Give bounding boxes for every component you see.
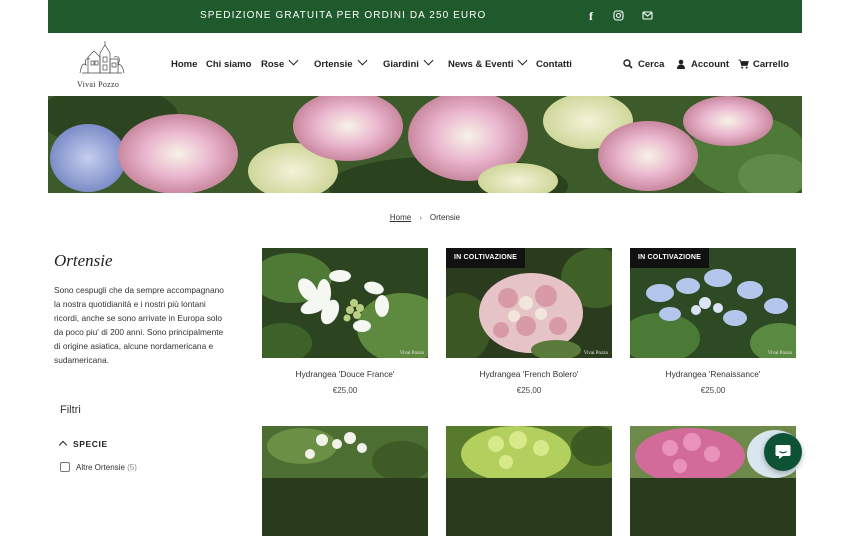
logo-text: Vivai Pozzo bbox=[77, 80, 120, 89]
product-name[interactable]: Hydrangea 'Douce France' bbox=[262, 369, 428, 379]
checkbox[interactable] bbox=[60, 462, 70, 472]
chat-button[interactable] bbox=[764, 433, 802, 471]
villa-logo-icon bbox=[79, 41, 125, 74]
nav-chi-siamo[interactable]: Chi siamo bbox=[206, 59, 251, 70]
product-image[interactable]: IN COLTIVAZIONE Vivai Pozzo bbox=[630, 248, 796, 358]
collection-title: Ortensie bbox=[54, 251, 113, 270]
nav-rose[interactable]: Rose bbox=[261, 55, 299, 70]
filter-group-specie-toggle[interactable]: SPECIE bbox=[58, 439, 108, 450]
status-badge: IN COLTIVAZIONE bbox=[630, 248, 710, 268]
hero-banner-image bbox=[48, 96, 802, 193]
account-button[interactable]: Account bbox=[676, 59, 729, 70]
nav-rose-label: Rose bbox=[261, 59, 285, 70]
search-button[interactable]: Cerca bbox=[623, 59, 664, 70]
hydrangea-photo bbox=[262, 426, 428, 481]
filters-heading: Filtri bbox=[60, 404, 81, 416]
cart-label: Carrello bbox=[753, 59, 789, 70]
breadcrumb-separator: › bbox=[419, 213, 422, 222]
chevron-down-icon bbox=[518, 55, 528, 66]
product-price: €25,00 bbox=[332, 386, 358, 395]
site-header: Vivai Pozzo Home Chi siamo Rose Ortensie… bbox=[48, 33, 802, 96]
filter-option-altre-ortensie[interactable]: Altre Ortensie (5) bbox=[60, 462, 137, 472]
breadcrumb: Home › Ortensie bbox=[48, 213, 802, 222]
product-price: €25,00 bbox=[700, 386, 726, 395]
chat-icon bbox=[775, 445, 791, 459]
chevron-up-icon bbox=[58, 440, 68, 450]
nav-home[interactable]: Home bbox=[171, 59, 197, 70]
breadcrumb-current: Ortensie bbox=[429, 213, 461, 222]
search-icon bbox=[623, 59, 633, 69]
product-image[interactable]: Vivai Pozzo bbox=[262, 248, 428, 358]
user-icon bbox=[677, 59, 685, 69]
chevron-down-icon bbox=[423, 55, 434, 66]
search-label: Cerca bbox=[638, 59, 665, 70]
image-watermark: Vivai Pozzo bbox=[399, 351, 424, 356]
filter-option-count: (5) bbox=[127, 463, 137, 472]
image-watermark: Vivai Pozzo bbox=[767, 351, 792, 356]
page: SPEDIZIONE GRATUITA PER ORDINI DA 250 EU… bbox=[48, 0, 802, 536]
hydrangea-photo bbox=[446, 426, 612, 482]
product-price: €25,00 bbox=[516, 386, 542, 395]
cart-icon bbox=[738, 59, 749, 69]
logo[interactable]: Vivai Pozzo bbox=[72, 39, 132, 91]
nav-giardini-label: Giardini bbox=[383, 59, 419, 70]
nav-news-eventi[interactable]: News & Eventi bbox=[448, 55, 528, 70]
nav-ortensie-label: Ortensie bbox=[314, 59, 353, 70]
nav-contatti[interactable]: Contatti bbox=[536, 59, 572, 70]
account-label: Account bbox=[691, 59, 729, 70]
nav-giardini[interactable]: Giardini bbox=[383, 55, 434, 70]
filter-option-label: Altre Ortensie bbox=[76, 463, 125, 472]
facebook-glyph: f bbox=[589, 9, 593, 23]
facebook-icon[interactable]: f bbox=[583, 8, 599, 24]
nav-news-eventi-label: News & Eventi bbox=[448, 59, 514, 70]
email-icon[interactable] bbox=[639, 8, 655, 24]
image-watermark: Vivai Pozzo bbox=[583, 351, 608, 356]
nav-contatti-label: Contatti bbox=[536, 59, 572, 70]
filter-group-label: SPECIE bbox=[73, 439, 108, 449]
product-image[interactable]: IN COLTIVAZIONE Vivai Pozzo bbox=[446, 248, 612, 358]
douce-france-photo bbox=[262, 248, 428, 358]
nav-home-label: Home bbox=[171, 59, 198, 70]
cart-button[interactable]: Carrello bbox=[738, 59, 789, 70]
nav-chi-siamo-label: Chi siamo bbox=[206, 59, 252, 70]
chevron-down-icon bbox=[288, 55, 299, 66]
hydrangea-hero-image bbox=[48, 96, 802, 193]
announcement-text: SPEDIZIONE GRATUITA PER ORDINI DA 250 EU… bbox=[200, 10, 487, 21]
status-badge: IN COLTIVAZIONE bbox=[446, 248, 526, 268]
collection-description: Sono cespugli che da sempre accompagnano… bbox=[54, 285, 224, 365]
nav-ortensie[interactable]: Ortensie bbox=[314, 55, 367, 70]
announcement-bar: SPEDIZIONE GRATUITA PER ORDINI DA 250 EU… bbox=[48, 0, 802, 33]
instagram-icon[interactable] bbox=[610, 8, 626, 24]
breadcrumb-home-link[interactable]: Home bbox=[390, 213, 411, 222]
product-image[interactable] bbox=[446, 426, 612, 536]
product-name[interactable]: Hydrangea 'French Bolero' bbox=[446, 369, 612, 379]
product-name[interactable]: Hydrangea 'Renaissance' bbox=[630, 369, 796, 379]
product-image[interactable] bbox=[262, 426, 428, 536]
chevron-down-icon bbox=[357, 55, 367, 66]
